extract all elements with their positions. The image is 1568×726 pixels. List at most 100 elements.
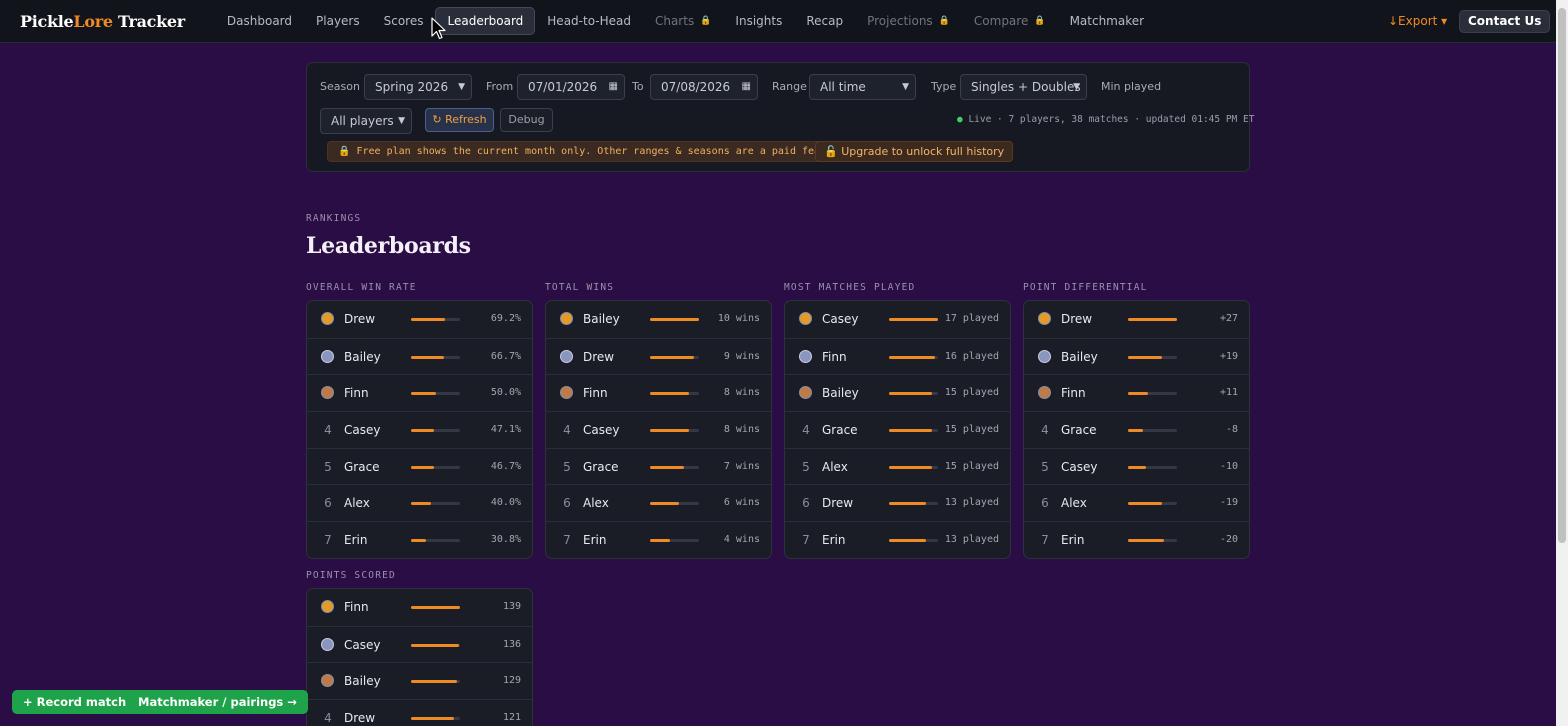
leaderboard-row[interactable]: Bailey 66.7%	[307, 337, 532, 375]
leaderboard-row[interactable]: Drew 69.2%	[307, 301, 532, 338]
season-select[interactable]: Spring 2026 ▼	[364, 74, 472, 100]
nav-item-projections[interactable]: Projections 🔒	[855, 7, 962, 35]
leaderboard-row[interactable]: Finn 50.0%	[307, 374, 532, 411]
to-label: To	[632, 80, 644, 93]
leaderboard-row[interactable]: 7 Erin 4 wins	[546, 521, 771, 558]
record-match-button[interactable]: + Record match	[12, 690, 138, 714]
from-date-input[interactable]: 07/01/2026 ▦	[517, 74, 625, 100]
leaderboard-row[interactable]: Bailey +19	[1024, 337, 1249, 375]
player-name: Casey	[822, 312, 859, 326]
progress-bar	[889, 429, 938, 433]
leaderboard-row[interactable]: Finn 16 played	[785, 337, 1010, 375]
bronze-medal-icon	[560, 386, 573, 400]
leaderboard-row[interactable]: Bailey 129	[307, 662, 532, 699]
nav-item-insights[interactable]: Insights	[723, 7, 794, 35]
leaderboard-row[interactable]: 7 Erin 30.8%	[307, 521, 532, 558]
leaderboard-row[interactable]: Casey 17 played	[785, 301, 1010, 338]
refresh-button[interactable]: ↻ Refresh	[425, 108, 494, 132]
leaderboard-row[interactable]: 4 Grace 15 played	[785, 411, 1010, 448]
leaderboard-row[interactable]: Drew +27	[1024, 301, 1249, 338]
range-select[interactable]: All time ▼	[809, 74, 916, 100]
progress-fill	[650, 465, 684, 469]
progress-bar	[889, 502, 938, 506]
nav-item-recap[interactable]: Recap	[794, 7, 855, 35]
leaderboard-row[interactable]: Finn 8 wins	[546, 374, 771, 411]
stat-value: 17 played	[944, 313, 999, 324]
leaderboard-row[interactable]: 7 Erin -20	[1024, 521, 1249, 558]
lock-icon: 🔒	[938, 16, 950, 26]
nav-item-players[interactable]: Players	[304, 7, 372, 35]
progress-fill	[411, 355, 444, 359]
leaderboard-row[interactable]: 4 Casey 8 wins	[546, 411, 771, 448]
leaderboard-row[interactable]: 4 Casey 47.1%	[307, 411, 532, 448]
progress-fill	[1128, 502, 1162, 506]
min-played-label: Min played	[1101, 80, 1162, 93]
scrollbar-thumb[interactable]	[1558, 8, 1566, 543]
leaderboard-row[interactable]: Bailey 15 played	[785, 374, 1010, 411]
progress-bar	[411, 465, 460, 469]
matchmaker-pairings-button[interactable]: Matchmaker / pairings →	[127, 690, 308, 714]
leaderboard-row[interactable]: Finn +11	[1024, 374, 1249, 411]
nav-item-dashboard[interactable]: Dashboard	[215, 7, 304, 35]
debug-button[interactable]: Debug	[500, 108, 553, 132]
nav-item-scores[interactable]: Scores	[372, 7, 436, 35]
page-scrollbar[interactable]	[1556, 0, 1568, 726]
progress-fill	[889, 429, 932, 433]
contact-us-button[interactable]: Contact Us	[1459, 10, 1551, 33]
nav-item-compare[interactable]: Compare 🔒	[962, 7, 1058, 35]
player-name: Bailey	[583, 312, 620, 326]
type-select[interactable]: Singles + Doubles ▼	[960, 74, 1087, 100]
lock-icon: 🔒	[700, 16, 712, 26]
upgrade-button[interactable]: 🔓 Upgrade to unlock full history	[815, 141, 1014, 162]
live-status: ● Live · 7 players, 38 matches · updated…	[957, 114, 1255, 125]
player-name: Finn	[822, 349, 847, 364]
leaderboard-row[interactable]: 6 Alex 6 wins	[546, 484, 771, 521]
leaderboard-row[interactable]: 5 Alex 15 played	[785, 447, 1010, 485]
leaderboard-row[interactable]: 5 Casey -10	[1024, 447, 1249, 485]
to-date-input[interactable]: 07/08/2026 ▦	[650, 74, 758, 100]
leaderboard-row[interactable]: Bailey 10 wins	[546, 301, 771, 338]
progress-fill	[411, 465, 434, 469]
progress-fill	[889, 355, 935, 359]
progress-bar	[650, 392, 699, 396]
leaderboard-row[interactable]: 6 Alex -19	[1024, 484, 1249, 521]
leaderboard-row[interactable]: 7 Erin 13 played	[785, 521, 1010, 558]
leaderboard-row[interactable]: 5 Grace 7 wins	[546, 447, 771, 485]
rank-number: 5	[1041, 459, 1049, 474]
leaderboard-row[interactable]: Finn 139	[307, 589, 532, 626]
leaderboard-row[interactable]: 6 Drew 13 played	[785, 484, 1010, 521]
nav-item-head-to-head[interactable]: Head-to-Head	[535, 7, 643, 35]
brand-logo[interactable]: PickleLore Tracker	[20, 12, 185, 31]
export-menu[interactable]: ↓Export ▾	[1388, 14, 1447, 28]
gold-medal-icon	[560, 312, 573, 325]
nav-item-matchmaker[interactable]: Matchmaker	[1058, 7, 1157, 35]
progress-fill	[411, 539, 426, 543]
nav-item-charts[interactable]: Charts 🔒	[643, 7, 723, 35]
player-name: Grace	[344, 459, 380, 474]
stat-value: 139	[502, 601, 521, 612]
progress-fill	[889, 502, 926, 506]
calendar-icon[interactable]: ▦	[609, 75, 618, 99]
leaderboard-title: TOTAL WINS	[545, 282, 615, 293]
calendar-icon[interactable]: ▦	[742, 75, 751, 99]
progress-fill	[411, 318, 445, 321]
players-select[interactable]: All players ▼	[320, 108, 412, 134]
progress-fill	[411, 717, 454, 721]
progress-fill	[889, 318, 938, 321]
leaderboard-row[interactable]: 4 Grace -8	[1024, 411, 1249, 448]
leaderboard-row[interactable]: Casey 136	[307, 625, 532, 663]
stat-value: 136	[502, 638, 521, 650]
leaderboard-row[interactable]: Drew 9 wins	[546, 337, 771, 375]
leaderboard-row[interactable]: 4 Drew 121	[307, 699, 532, 726]
stat-value: -8	[1225, 424, 1238, 436]
rank-number: 7	[802, 533, 810, 548]
leaderboard-row[interactable]: 5 Grace 46.7%	[307, 447, 532, 485]
rank-number: 4	[563, 423, 571, 438]
stat-value: 10 wins	[717, 313, 760, 324]
stat-value: +19	[1219, 350, 1238, 362]
free-plan-notice: 🔒 Free plan shows the current month only…	[327, 141, 862, 162]
progress-bar	[889, 392, 938, 396]
nav-item-leaderboard[interactable]: Leaderboard	[435, 7, 536, 35]
stat-value: -20	[1219, 534, 1238, 546]
leaderboard-row[interactable]: 6 Alex 40.0%	[307, 484, 532, 521]
